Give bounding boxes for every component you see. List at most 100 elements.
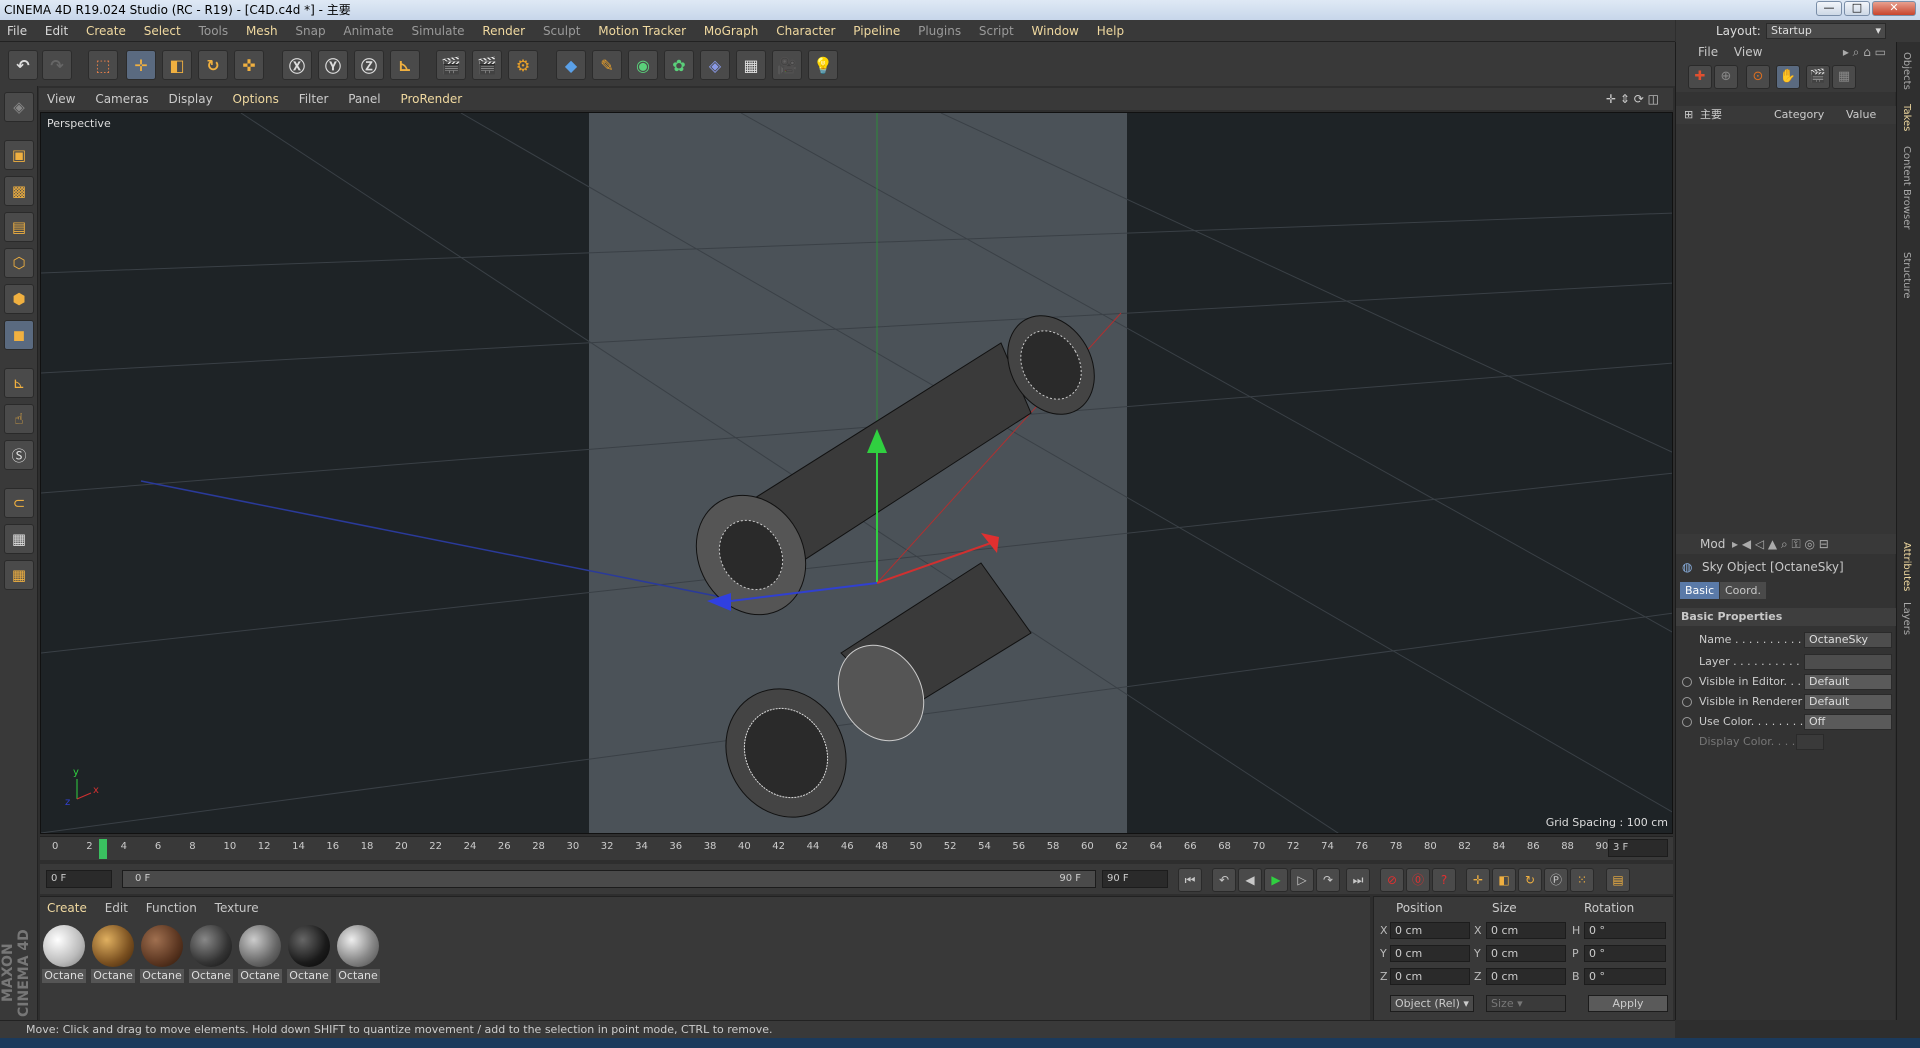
go-to-end-icon[interactable]: ⏭ xyxy=(1346,868,1370,892)
vp-menu-view[interactable]: View xyxy=(39,88,83,110)
live-select-icon[interactable]: ✜ xyxy=(234,50,264,80)
lock-take-icon[interactable]: ▦ xyxy=(1832,65,1856,89)
menu-pipeline[interactable]: Pipeline xyxy=(846,20,907,42)
coordinate-system-icon[interactable]: ⊾ xyxy=(390,50,420,80)
obj-menu-tools-icons[interactable]: ▸ ⌕ ⌂ ▭ xyxy=(1837,42,1892,62)
material-swatch[interactable]: Octane xyxy=(287,925,331,983)
prop-visible-editor-dropdown[interactable]: Default xyxy=(1804,674,1892,690)
layout-dropdown[interactable]: Startup ▾ xyxy=(1766,23,1886,39)
texture-mode-icon[interactable]: ▩ xyxy=(4,176,34,206)
menu-snap[interactable]: Snap xyxy=(288,20,332,42)
perspective-viewport[interactable]: y x z Perspective Grid Spacing : 100 cm xyxy=(40,112,1673,834)
material-swatch[interactable]: Octane xyxy=(140,925,184,983)
start-frame-field[interactable]: 0 F xyxy=(46,870,112,888)
menu-simulate[interactable]: Simulate xyxy=(405,20,472,42)
end-frame-field[interactable]: 90 F xyxy=(1102,870,1168,888)
previous-key-icon[interactable]: ↶ xyxy=(1212,868,1236,892)
x-axis-lock-icon[interactable]: Ⓧ xyxy=(282,50,312,80)
vp-menu-filter[interactable]: Filter xyxy=(291,88,337,110)
rotate-tool-icon[interactable]: ↻ xyxy=(198,50,228,80)
coordinate-mode-dropdown[interactable]: Object (Rel) ▾ xyxy=(1390,995,1474,1012)
key-position-icon[interactable]: ✛ xyxy=(1466,868,1490,892)
select-tool-icon[interactable]: ⬚ xyxy=(88,50,118,80)
tab-coord[interactable]: Coord. xyxy=(1720,582,1766,599)
key-pla-icon[interactable]: ⁙ xyxy=(1570,868,1594,892)
tab-objects[interactable]: Objects xyxy=(1901,52,1912,90)
rot-h-field[interactable]: 0 ° xyxy=(1584,922,1666,939)
menu-render[interactable]: Render xyxy=(475,20,532,42)
rot-b-field[interactable]: 0 ° xyxy=(1584,968,1666,985)
obj-menu-view[interactable]: View xyxy=(1728,42,1768,62)
cube-icon[interactable]: ◆ xyxy=(556,50,586,80)
apply-button[interactable]: Apply xyxy=(1588,995,1668,1012)
expand-icon[interactable]: ⊞ xyxy=(1684,106,1693,124)
pos-x-field[interactable]: 0 cm xyxy=(1390,922,1470,939)
frame-range-slider[interactable]: 0 F 90 F xyxy=(122,870,1096,888)
attr-menu-mode[interactable]: Mod xyxy=(1700,534,1725,554)
camera-icon[interactable]: 🎥 xyxy=(772,50,802,80)
menu-create[interactable]: Create xyxy=(79,20,133,42)
snap-icon[interactable]: ⊂ xyxy=(4,488,34,518)
cylinder-upper[interactable] xyxy=(675,300,1112,635)
vp-menu-cameras[interactable]: Cameras xyxy=(87,88,156,110)
tab-structure[interactable]: Structure xyxy=(1901,252,1912,299)
make-editable-icon[interactable]: ◈ xyxy=(4,92,34,122)
minimize-button[interactable]: — xyxy=(1816,1,1842,16)
pos-z-field[interactable]: 0 cm xyxy=(1390,968,1470,985)
render-take-icon[interactable]: 🎬 xyxy=(1806,65,1830,89)
pen-spline-icon[interactable]: ✎ xyxy=(592,50,622,80)
material-swatch[interactable]: Octane xyxy=(189,925,233,983)
current-frame-field[interactable]: 3 F xyxy=(1608,839,1668,857)
tweak-mode-icon[interactable]: ☝ xyxy=(4,404,34,434)
obj-menu-file[interactable]: File xyxy=(1676,42,1724,62)
menu-motion-tracker[interactable]: Motion Tracker xyxy=(591,20,693,42)
key-rotation-icon[interactable]: ↻ xyxy=(1518,868,1542,892)
vp-menu-options[interactable]: Options xyxy=(225,88,287,110)
points-mode-icon[interactable]: ⬡ xyxy=(4,248,34,278)
tab-attributes[interactable]: Attributes xyxy=(1901,542,1912,591)
menu-mograph[interactable]: MoGraph xyxy=(697,20,766,42)
cloner-icon[interactable]: ✿ xyxy=(664,50,694,80)
menu-edit[interactable]: Edit xyxy=(38,20,75,42)
mat-menu-texture[interactable]: Texture xyxy=(208,897,266,919)
mat-menu-create[interactable]: Create xyxy=(40,897,94,919)
viewport-camera-label[interactable]: Perspective xyxy=(47,117,111,130)
value-column[interactable]: Value xyxy=(1846,106,1876,124)
model-mode-icon[interactable]: ▣ xyxy=(4,140,34,170)
mat-menu-function[interactable]: Function xyxy=(139,897,204,919)
override-icon[interactable]: ⊙ xyxy=(1746,65,1770,89)
subdivision-icon[interactable]: ◉ xyxy=(628,50,658,80)
tab-takes[interactable]: Takes xyxy=(1901,104,1912,131)
render-picture-viewer-icon[interactable]: 🎬 xyxy=(472,50,502,80)
menu-script[interactable]: Script xyxy=(972,20,1021,42)
viewport-nav-icons[interactable]: ✛ ⇕ ⟳ ◫ xyxy=(1598,88,1667,110)
axis-mode-icon[interactable]: ⊾ xyxy=(4,368,34,398)
attr-nav-icons[interactable]: ▸ ◀ ◁ ▲ ⌕ ⚿ ◎ ⊟ xyxy=(1732,534,1829,554)
go-to-start-icon[interactable]: ⏮ xyxy=(1178,868,1202,892)
keyframe-selection-icon[interactable]: ? xyxy=(1432,868,1456,892)
category-column[interactable]: Category xyxy=(1774,106,1824,124)
workplane-icon[interactable]: ▤ xyxy=(4,212,34,242)
undo-icon[interactable]: ↶ xyxy=(8,50,38,80)
y-axis-lock-icon[interactable]: Ⓨ xyxy=(318,50,348,80)
size-z-field[interactable]: 0 cm xyxy=(1486,968,1566,985)
solo-mode-icon[interactable]: Ⓢ xyxy=(4,440,34,470)
floor-icon[interactable]: ▦ xyxy=(736,50,766,80)
prop-layer-field[interactable] xyxy=(1804,654,1892,670)
render-settings-icon[interactable]: ⚙ xyxy=(508,50,538,80)
prop-visible-renderer-dropdown[interactable]: Default xyxy=(1804,694,1892,710)
prop-name-field[interactable]: OctaneSky xyxy=(1804,632,1892,648)
menu-help[interactable]: Help xyxy=(1090,20,1131,42)
pos-y-field[interactable]: 0 cm xyxy=(1390,945,1470,962)
material-swatch[interactable]: Octane xyxy=(42,925,86,983)
render-view-icon[interactable]: 🎬 xyxy=(436,50,466,80)
takes-list[interactable] xyxy=(1676,124,1896,554)
autokey-icon[interactable]: ⓪ xyxy=(1406,868,1430,892)
move-tool-icon[interactable]: ✛ xyxy=(126,50,156,80)
previous-frame-icon[interactable]: ◀ xyxy=(1238,868,1262,892)
deformer-icon[interactable]: ◈ xyxy=(700,50,730,80)
size-mode-dropdown[interactable]: Size ▾ xyxy=(1486,995,1566,1012)
menu-file[interactable]: File xyxy=(0,20,34,42)
menu-tools[interactable]: Tools xyxy=(192,20,236,42)
clone-take-icon[interactable]: ⊕ xyxy=(1714,65,1738,89)
